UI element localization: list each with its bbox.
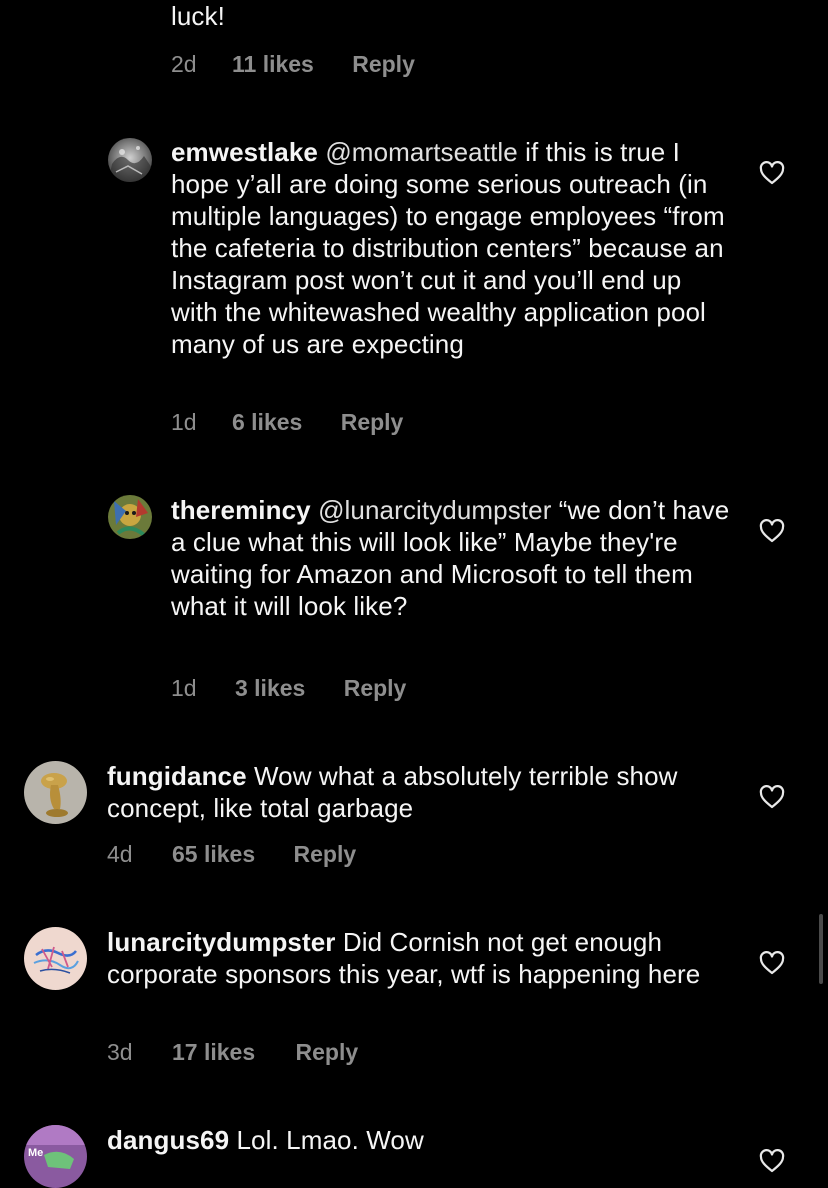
- reply-button[interactable]: Reply: [294, 841, 357, 868]
- comment-age: 1d: [171, 409, 197, 435]
- heart-outline-icon[interactable]: [759, 519, 785, 543]
- comment-text: luck!: [171, 1, 225, 31]
- reply-button[interactable]: Reply: [341, 409, 404, 436]
- scrollbar[interactable]: [819, 914, 823, 984]
- comment-meta: 4d 65 likes Reply: [107, 841, 356, 868]
- comment-text: emwestlake @momartseattle if this is tru…: [171, 136, 731, 360]
- avatar[interactable]: [24, 761, 87, 824]
- comment-meta: 1d 6 likes Reply: [171, 409, 403, 436]
- reply-button[interactable]: Reply: [352, 51, 415, 78]
- username-link[interactable]: fungidance: [107, 761, 247, 791]
- reply-button[interactable]: Reply: [296, 1039, 359, 1066]
- comment-text: fungidance Wow what a absolutely terribl…: [107, 760, 727, 824]
- heart-outline-icon[interactable]: [759, 785, 785, 809]
- likes-count[interactable]: 65 likes: [172, 841, 255, 868]
- avatar[interactable]: [108, 138, 152, 182]
- comment-text: theremincy @lunarcitydumpster “we don’t …: [171, 494, 731, 622]
- comment-text: lunarcitydumpster Did Cornish not get en…: [107, 926, 727, 990]
- avatar[interactable]: [108, 495, 152, 539]
- grey-texture-avatar-icon: [108, 138, 152, 182]
- likes-count[interactable]: 17 likes: [172, 1039, 255, 1066]
- comment-meta: 1d 3 likes Reply: [171, 675, 406, 702]
- comment-text: dangus69 Lol. Lmao. Wow: [107, 1124, 727, 1156]
- mention-link[interactable]: @lunarcitydumpster: [318, 495, 551, 525]
- reply-button[interactable]: Reply: [344, 675, 407, 702]
- heart-outline-icon[interactable]: [759, 161, 785, 185]
- username-link[interactable]: emwestlake: [171, 137, 318, 167]
- username-link[interactable]: theremincy: [171, 495, 311, 525]
- heart-outline-icon[interactable]: [759, 951, 785, 975]
- comment-meta: 2d 11 likes Reply: [171, 51, 415, 78]
- comment-body: if this is true I hope y’all are doing s…: [171, 137, 725, 359]
- likes-count[interactable]: 6 likes: [232, 409, 302, 436]
- avatar[interactable]: [24, 927, 87, 990]
- likes-count[interactable]: 3 likes: [235, 675, 305, 702]
- purple-photo-avatar-icon: Me: [24, 1125, 87, 1188]
- comment-age: 3d: [107, 1039, 133, 1065]
- comment-age: 2d: [171, 51, 197, 77]
- mention-link[interactable]: @momartseattle: [325, 137, 518, 167]
- likes-count[interactable]: 11 likes: [232, 51, 314, 78]
- comment-age: 1d: [171, 675, 197, 701]
- username-link[interactable]: dangus69: [107, 1125, 229, 1155]
- avatar-label: Me: [28, 1147, 43, 1159]
- comment-meta: 3d 17 likes Reply: [107, 1039, 358, 1066]
- colorful-art-avatar-icon: [108, 495, 152, 539]
- comment-body: Lol. Lmao. Wow: [229, 1125, 424, 1155]
- avatar[interactable]: Me: [24, 1125, 87, 1188]
- heart-outline-icon[interactable]: [759, 1149, 785, 1173]
- sketch-avatar-icon: [24, 927, 87, 990]
- comment-age: 4d: [107, 841, 133, 867]
- username-link[interactable]: lunarcitydumpster: [107, 927, 336, 957]
- gold-sculpture-avatar-icon: [24, 761, 87, 824]
